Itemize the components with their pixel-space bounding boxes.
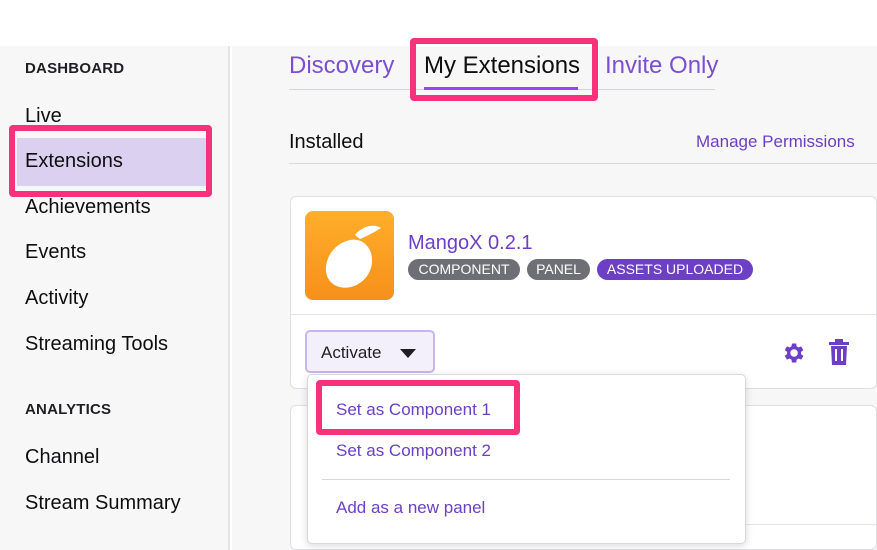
card2-divider — [745, 524, 877, 525]
menu-item-add-new-panel[interactable]: Add as a new panel — [336, 498, 485, 518]
sidebar-heading-dashboard: DASHBOARD — [25, 60, 125, 77]
sidebar-heading-analytics: ANALYTICS — [25, 401, 112, 418]
menu-separator — [322, 479, 730, 480]
extension-name[interactable]: MangoX 0.2.1 — [408, 232, 533, 255]
activate-label: Activate — [321, 343, 382, 362]
menu-item-set-component-2[interactable]: Set as Component 2 — [336, 441, 491, 461]
sidebar-item-events[interactable]: Events — [25, 240, 86, 264]
trash-icon[interactable] — [827, 339, 851, 371]
sidebar-item-streaming-tools[interactable]: Streaming Tools — [25, 332, 168, 356]
badge-panel: PANEL — [527, 259, 590, 280]
tab-discovery[interactable]: Discovery — [289, 52, 394, 80]
caret-down-icon — [400, 349, 416, 358]
activate-button[interactable]: Activate — [305, 330, 435, 373]
sidebar-item-channel[interactable]: Channel — [25, 445, 100, 469]
highlight-box-extensions — [9, 125, 212, 197]
installed-heading: Installed — [289, 131, 364, 153]
badge-assets-uploaded: ASSETS UPLOADED — [597, 259, 753, 280]
card-divider — [290, 314, 877, 315]
sidebar-item-achievements[interactable]: Achievements — [25, 195, 151, 219]
section-divider — [289, 163, 877, 164]
sidebar-item-stream-summary[interactable]: Stream Summary — [25, 491, 181, 515]
highlight-box-set-component-1 — [316, 380, 520, 435]
tab-invite-only[interactable]: Invite Only — [605, 52, 718, 80]
gear-icon[interactable] — [780, 340, 806, 371]
mango-icon — [305, 211, 394, 300]
sidebar-item-activity[interactable]: Activity — [25, 286, 88, 310]
badge-component: COMPONENT — [408, 259, 520, 280]
highlight-box-my-extensions — [410, 38, 598, 101]
manage-permissions-link[interactable]: Manage Permissions — [696, 132, 855, 152]
